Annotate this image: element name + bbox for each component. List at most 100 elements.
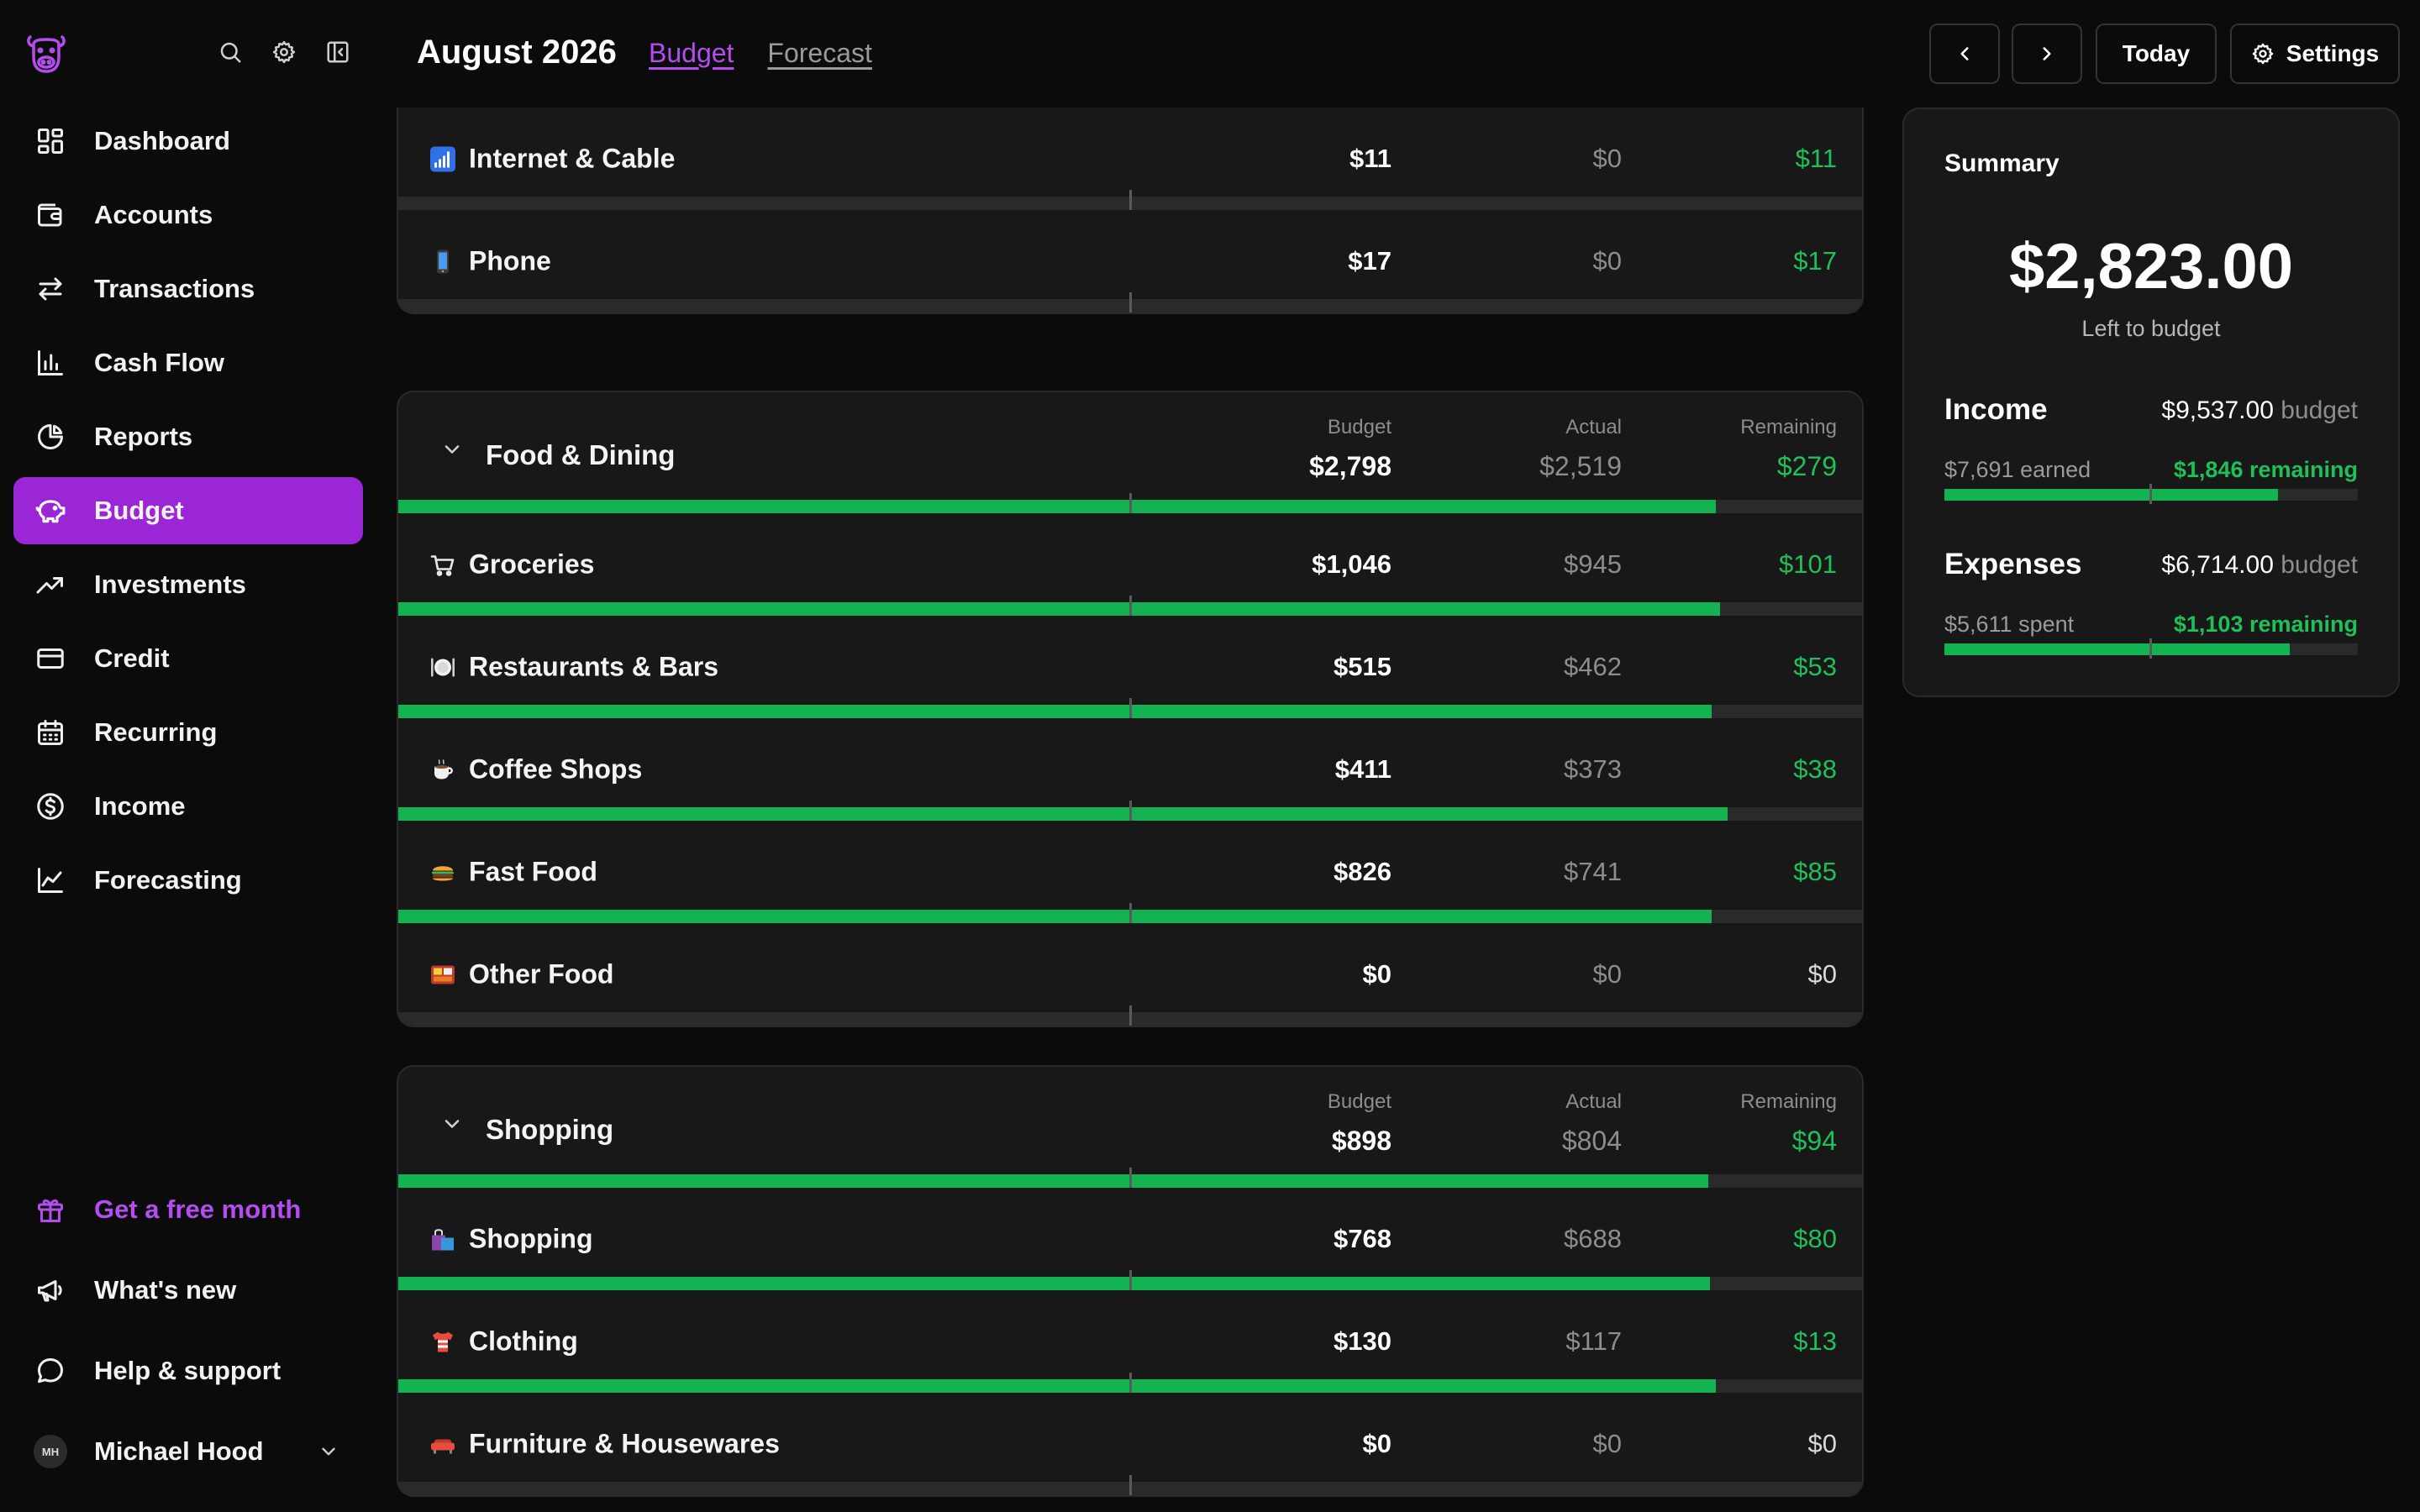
budget-row[interactable]: Coffee Shops $411 $373 $38	[398, 718, 1862, 821]
user-name: Michael Hood	[94, 1436, 264, 1466]
search-icon[interactable]	[215, 37, 245, 67]
chevron-down-icon[interactable]	[440, 438, 464, 461]
sidebar-item-investments[interactable]: Investments	[13, 551, 363, 618]
sidebar-item-dashboard[interactable]: Dashboard	[13, 108, 363, 175]
avatar: MH	[34, 1435, 67, 1468]
sidebar-item-forecasting[interactable]: Forecasting	[13, 847, 363, 914]
expenses-spent: $5,611 spent	[1944, 612, 2075, 637]
coffee-icon	[429, 755, 457, 784]
income-progress-bar	[1944, 484, 2358, 504]
gear-icon[interactable]	[269, 37, 299, 67]
budget-amount[interactable]: $515	[1334, 652, 1392, 682]
category-cell: Clothing	[429, 1326, 578, 1357]
budget-row[interactable]: Phone $17 $0 $17	[398, 210, 1862, 312]
progress-midpoint-marker	[1129, 190, 1132, 210]
tab-forecast[interactable]: Forecast	[767, 38, 871, 69]
credit-card-icon	[34, 642, 67, 675]
help-support-label: Help & support	[94, 1356, 281, 1385]
budget-amount[interactable]: $0	[1363, 1429, 1392, 1459]
chevron-right-icon	[2036, 43, 2058, 65]
income-remaining: $1,846 remaining	[2173, 457, 2358, 482]
help-support-link[interactable]: Help & support	[13, 1337, 363, 1404]
expenses-amount: $6,714.00	[2161, 551, 2274, 579]
sidebar-item-reports[interactable]: Reports	[13, 403, 363, 470]
progress-midpoint-marker	[1129, 493, 1132, 513]
today-button[interactable]: Today	[2096, 24, 2217, 84]
progress-bar-fill	[398, 807, 1728, 821]
progress-midpoint-marker	[1129, 292, 1132, 312]
budget-amount[interactable]: $1,046	[1312, 549, 1392, 580]
actual-amount: $0	[1592, 959, 1622, 989]
sidebar-item-budget[interactable]: Budget	[13, 477, 363, 544]
group-header-row[interactable]: Food & Dining Budget Actual Remaining $2…	[398, 392, 1862, 513]
budget-row[interactable]: Shopping $768 $688 $80	[398, 1188, 1862, 1290]
budget-amount[interactable]: $130	[1334, 1326, 1392, 1357]
budget-amount[interactable]: $411	[1335, 754, 1392, 785]
get-free-month-link[interactable]: Get a free month	[13, 1176, 363, 1243]
user-menu[interactable]: MH Michael Hood	[13, 1418, 363, 1485]
budget-amount[interactable]: $0	[1363, 959, 1392, 990]
budget-row[interactable]: Restaurants & Bars $515 $462 $53	[398, 616, 1862, 718]
collapse-sidebar-icon[interactable]	[323, 37, 353, 67]
next-month-button[interactable]	[2012, 24, 2082, 84]
sidebar: Dashboard Accounts Transactions Cash Flo…	[0, 0, 378, 1512]
chevron-down-icon[interactable]	[440, 1112, 464, 1136]
income-earned: $7,691 earned	[1944, 457, 2091, 482]
category-cell: Restaurants & Bars	[429, 652, 718, 683]
remaining-amount: $53	[1793, 652, 1837, 681]
actual-amount: $0	[1592, 246, 1622, 276]
budget-row[interactable]: Internet & Cable $11 $0 $11	[398, 108, 1862, 210]
line-chart-icon	[34, 864, 67, 897]
budget-row[interactable]: Other Food $0 $0 $0	[398, 923, 1862, 1026]
sidebar-item-cash-flow[interactable]: Cash Flow	[13, 329, 363, 396]
column-header-remaining: Remaining	[1740, 1090, 1837, 1113]
group-budget-total: $898	[1331, 1126, 1392, 1156]
sidebar-footer: Get a free month What's new Help & suppo…	[13, 1176, 363, 1485]
actual-amount: $0	[1592, 144, 1622, 173]
actual-amount: $945	[1564, 549, 1622, 579]
sidebar-item-label: Cash Flow	[94, 348, 225, 377]
summary-title: Summary	[1944, 150, 2060, 177]
settings-button[interactable]: Settings	[2230, 24, 2400, 84]
budget-amount[interactable]: $826	[1334, 857, 1392, 887]
sidebar-item-accounts[interactable]: Accounts	[13, 181, 363, 249]
group-header-row[interactable]: Shopping Budget Actual Remaining $898 $8…	[398, 1067, 1862, 1188]
sidebar-item-income[interactable]: Income	[13, 773, 363, 840]
budget-group-bills-cont: Internet & Cable $11 $0 $11 Phone $17 $0…	[397, 108, 1864, 314]
progress-bar-fill	[398, 602, 1721, 616]
tab-budget[interactable]: Budget	[649, 38, 734, 69]
category-name: Fast Food	[469, 856, 597, 887]
sidebar-item-label: Credit	[94, 643, 170, 673]
category-name: Shopping	[469, 1223, 593, 1254]
sidebar-item-transactions[interactable]: Transactions	[13, 255, 363, 323]
sidebar-item-credit[interactable]: Credit	[13, 625, 363, 692]
sidebar-item-recurring[interactable]: Recurring	[13, 699, 363, 766]
progress-bar-fill	[398, 705, 1712, 718]
budget-row[interactable]: Fast Food $826 $741 $85	[398, 821, 1862, 923]
remaining-amount: $85	[1793, 857, 1837, 886]
remaining-amount: $101	[1779, 549, 1837, 579]
expenses-budget-suffix: budget	[2281, 551, 2358, 579]
shopping-bags-icon	[429, 1225, 457, 1253]
budget-row[interactable]: Clothing $130 $117 $13	[398, 1290, 1862, 1393]
trend-up-icon	[34, 568, 67, 601]
category-cell: Coffee Shops	[429, 754, 642, 785]
budget-amount[interactable]: $768	[1334, 1224, 1392, 1254]
piggy-bank-icon	[34, 494, 67, 528]
bar-chart-icon	[34, 346, 67, 380]
previous-month-button[interactable]	[1929, 24, 2000, 84]
budget-row[interactable]: Groceries $1,046 $945 $101	[398, 513, 1862, 616]
budget-row[interactable]: Furniture & Housewares $0 $0 $0	[398, 1393, 1862, 1495]
budget-amount[interactable]: $17	[1348, 246, 1392, 276]
actual-amount: $462	[1564, 652, 1622, 681]
progress-midpoint-marker	[1129, 1168, 1132, 1188]
whats-new-link[interactable]: What's new	[13, 1257, 363, 1324]
view-tabs: Budget Forecast	[649, 38, 872, 69]
income-budget: $9,537.00 budget	[2161, 396, 2358, 425]
cow-logo-icon[interactable]	[24, 32, 69, 76]
expenses-budget: $6,714.00 budget	[2161, 551, 2358, 580]
progress-bar-fill	[398, 910, 1712, 923]
group-name: Shopping	[486, 1114, 614, 1145]
budget-amount[interactable]: $11	[1349, 144, 1392, 174]
progress-bar-fill	[398, 500, 1716, 513]
